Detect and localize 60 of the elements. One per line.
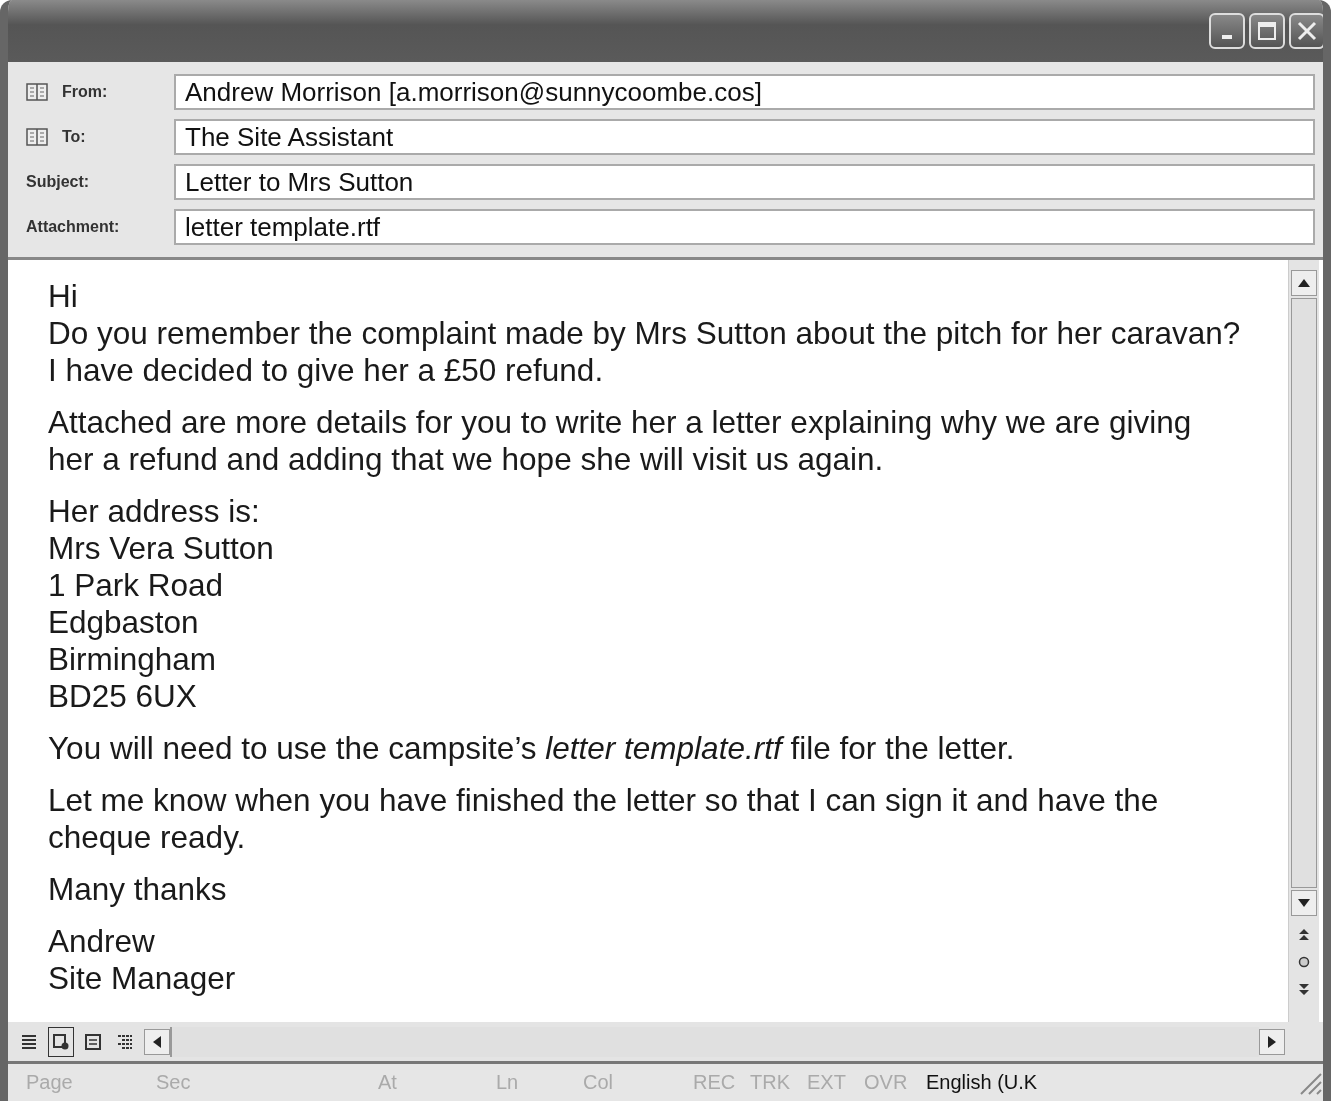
- left-arrow-icon: [153, 1035, 161, 1048]
- body-text-line: 1 Park Road: [48, 567, 225, 604]
- minimize-icon: [1222, 35, 1232, 39]
- body-text-line: Her address is:: [48, 493, 261, 530]
- double-down-icon: [1299, 984, 1309, 996]
- status-item: Page: [26, 1071, 73, 1093]
- field-label: Attachment:: [26, 218, 120, 236]
- view-icon: [20, 1032, 38, 1051]
- view-icon: [116, 1032, 134, 1051]
- address-book-icon[interactable]: [26, 127, 48, 147]
- body-text-line: cheque ready.: [48, 819, 247, 856]
- scroll-thumb[interactable]: [1291, 298, 1317, 888]
- field-label: To:: [62, 128, 86, 146]
- body-text-line: BD25 6UX: [48, 678, 198, 715]
- status-item: REC: [693, 1071, 736, 1093]
- scroll-down-button[interactable]: [1291, 890, 1317, 916]
- close-icon: [1296, 20, 1318, 42]
- status-item: At: [378, 1071, 397, 1093]
- field-label: Subject:: [26, 173, 90, 191]
- body-text-line: Many thanks: [48, 871, 228, 908]
- scroll-left-button[interactable]: [144, 1028, 170, 1055]
- body-text-line: Hi: [48, 278, 79, 315]
- body-text-line: I have decided to give her a £50 refund.: [48, 352, 605, 389]
- body-text-line: You will need to use the campsite’s letter template.rtf file for the letter.: [48, 730, 1016, 767]
- up-arrow-icon: [1298, 279, 1310, 287]
- double-up-icon: [1299, 928, 1309, 940]
- status-item: EXT: [807, 1071, 846, 1093]
- minimize-button[interactable]: [1209, 13, 1245, 49]
- header-field[interactable]: Letter to Mrs Sutton: [174, 164, 1315, 200]
- body-text-line: Attached are more details for you to write her a letter explaining why we are giving: [48, 404, 1193, 441]
- view-icon: [84, 1032, 102, 1051]
- header-field[interactable]: Andrew Morrison [a.morrison@sunnycoombe.cos]: [174, 74, 1315, 110]
- address-book-icon[interactable]: [26, 82, 48, 102]
- field-label: From:: [62, 83, 108, 101]
- scroll-right-button[interactable]: [1259, 1028, 1285, 1055]
- status-item: Sec: [156, 1071, 191, 1093]
- status-item: Col: [583, 1071, 613, 1093]
- status-item: OVR: [864, 1071, 908, 1093]
- header-field[interactable]: letter template.rtf: [174, 209, 1315, 245]
- scroll-up-button[interactable]: [1291, 270, 1317, 296]
- circle-icon: [1298, 956, 1310, 968]
- body-text-line: her a refund and adding that we hope she will visit us again.: [48, 441, 885, 478]
- down-arrow-icon: [1298, 899, 1310, 907]
- status-item: Ln: [496, 1071, 519, 1093]
- body-text-line: Birmingham: [48, 641, 218, 678]
- body-text-line: Do you remember the complaint made by Mrs Sutton about the pitch for her caravan?: [48, 315, 1242, 352]
- status-item: TRK: [750, 1071, 790, 1093]
- body-text-line: Edgbaston: [48, 604, 200, 641]
- body-text-line: Mrs Vera Sutton: [48, 530, 275, 567]
- status-item: English (U.K: [926, 1071, 1038, 1093]
- view-icon: [52, 1032, 70, 1051]
- body-text-line: Andrew: [48, 923, 156, 960]
- header-field[interactable]: The Site Assistant: [174, 119, 1315, 155]
- maximize-button[interactable]: [1249, 13, 1285, 49]
- body-text-line: Site Manager: [48, 960, 237, 997]
- body-text-line: Let me know when you have finished the letter so that I can sign it and have the: [48, 782, 1160, 819]
- maximize-icon: [1257, 21, 1277, 41]
- view-button[interactable]: [48, 1026, 74, 1057]
- right-arrow-icon: [1268, 1035, 1276, 1048]
- close-button[interactable]: [1289, 13, 1323, 49]
